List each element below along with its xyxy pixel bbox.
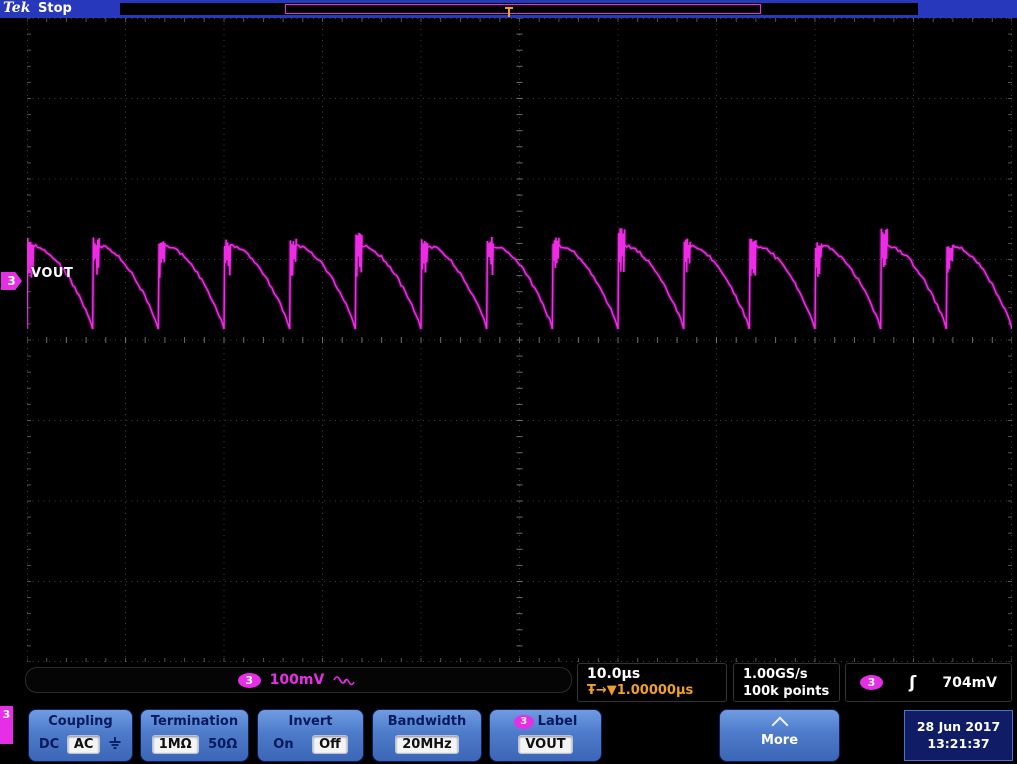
- termination-button[interactable]: Termination 1MΩ 50Ω: [140, 709, 249, 762]
- label-title: 3 Label: [490, 714, 601, 729]
- trigger-delay-icon: Ŧ→▼: [587, 683, 617, 698]
- trigger-readout: 3 ʃ 704mV: [845, 663, 1012, 702]
- time-text: 13:21:37: [927, 735, 990, 751]
- sample-rate: 1.00GS/s: [743, 667, 808, 682]
- graticule-grid-and-waveform: [25, 17, 1014, 663]
- bandwidth-title: Bandwidth: [387, 714, 467, 729]
- horizontal-scale: 10.0µs: [587, 666, 641, 682]
- coupling-dc-option[interactable]: DC: [39, 737, 59, 752]
- coupling-title: Coupling: [48, 714, 113, 729]
- bandwidth-value-selected[interactable]: 20MHz: [395, 735, 459, 754]
- acquisition-status: Stop: [38, 1, 72, 16]
- chevron-up-icon: [771, 716, 788, 734]
- coupling-button[interactable]: Coupling DC AC: [28, 709, 133, 762]
- horizontal-readout: 10.0µs Ŧ→▼1.00000µs: [577, 663, 727, 702]
- invert-off-option-selected[interactable]: Off: [312, 735, 348, 754]
- invert-title: Invert: [288, 714, 333, 729]
- invert-on-option[interactable]: On: [273, 737, 293, 752]
- top-status-bar: Tek Stop: [0, 0, 1017, 18]
- trigger-t-icon: [505, 7, 513, 17]
- channel3-badge: 3: [237, 672, 261, 688]
- ground-coupling-icon[interactable]: [108, 736, 122, 754]
- more-button[interactable]: More: [719, 709, 840, 762]
- graticule: [25, 17, 1014, 663]
- trigger-delay-value: 1.00000µs: [616, 683, 694, 698]
- record-view-strip: [120, 3, 918, 17]
- record-length: 100k points: [743, 684, 830, 699]
- label-title-text: Label: [537, 714, 578, 729]
- termination-1mohm-option-selected[interactable]: 1MΩ: [151, 735, 199, 754]
- ac-ripple-icon: [333, 671, 359, 690]
- record-view-window[interactable]: [285, 4, 761, 14]
- channel3-readout-pill: 3 100mV: [25, 667, 572, 693]
- channel3-position-marker[interactable]: 3: [1, 272, 22, 290]
- label-button[interactable]: 3 Label VOUT: [489, 709, 602, 762]
- bandwidth-button[interactable]: Bandwidth 20MHz: [372, 709, 482, 762]
- termination-title: Termination: [150, 714, 239, 729]
- more-label: More: [760, 733, 799, 748]
- trigger-slope-icon: ʃ: [909, 672, 917, 693]
- acquisition-readout: 1.00GS/s 100k points: [733, 663, 840, 702]
- channel3-vertical-scale: 100mV: [269, 672, 325, 688]
- channel3-corner-tab: 3: [0, 706, 13, 744]
- invert-button[interactable]: Invert On Off: [257, 709, 364, 762]
- label-value[interactable]: VOUT: [518, 735, 573, 754]
- datetime-display: 28 Jun 2017 13:21:37: [904, 710, 1013, 761]
- trigger-source-badge: 3: [860, 675, 883, 690]
- oscilloscope-screen: Tek Stop VOUT 3 3 100mV 10.0µs Ŧ→▼1.0000…: [0, 0, 1017, 764]
- trigger-position-strip-marker[interactable]: [504, 3, 514, 17]
- trigger-level: 704mV: [942, 674, 997, 691]
- coupling-ac-option-selected[interactable]: AC: [66, 735, 101, 754]
- label-channel-badge: 3: [513, 714, 534, 729]
- date-text: 28 Jun 2017: [916, 719, 1001, 735]
- trace-label: VOUT: [31, 266, 74, 281]
- tek-logo: Tek: [3, 0, 31, 16]
- termination-50ohm-option[interactable]: 50Ω: [208, 737, 237, 752]
- trigger-delay-readout: Ŧ→▼1.00000µs: [587, 683, 726, 699]
